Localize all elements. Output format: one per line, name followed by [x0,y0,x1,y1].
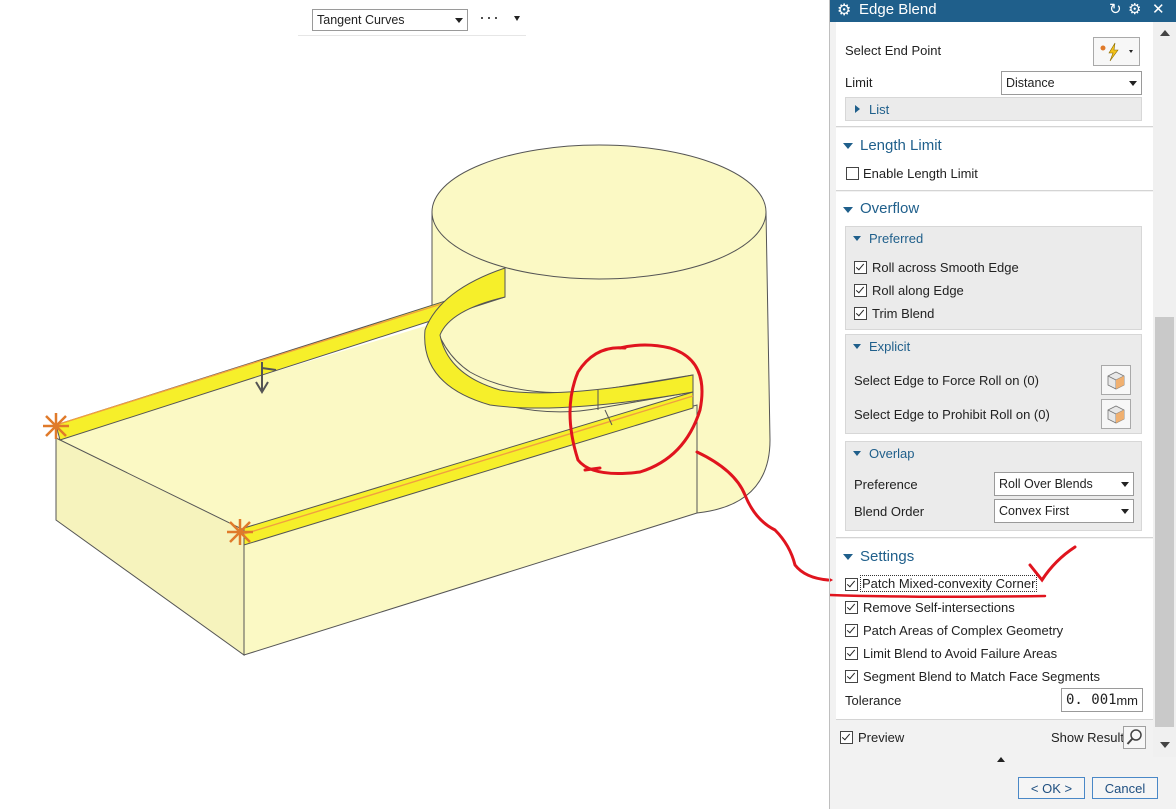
select-end-point-button[interactable] [1093,37,1140,66]
overflow-section: Overflow Preferred Roll across Smooth Ed… [836,192,1153,538]
list-label: List [869,102,890,117]
ok-button[interactable]: < OK > [1018,777,1085,799]
patch-complex-geometry-checkbox[interactable] [845,624,858,637]
close-icon[interactable]: ✕ [1152,0,1165,18]
preference-dropdown[interactable]: Roll Over Blends [994,472,1134,496]
tolerance-unit: mm [1116,693,1138,708]
force-roll-label: Select Edge to Force Roll on (0) [854,373,1039,388]
trim-blend-checkbox[interactable] [854,307,867,320]
cylinder-top-face [431,144,767,280]
reset-icon[interactable]: ↻ [1109,0,1122,18]
show-result-button[interactable] [1123,726,1146,749]
limit-blend-failure-areas-label: Limit Blend to Avoid Failure Areas [863,646,1058,661]
settings-section: Settings Patch Mixed-convexity Corner Re… [836,539,1153,720]
limit-blend-failure-areas-checkbox[interactable] [845,647,858,660]
dialog-scrollbar[interactable] [1153,22,1176,757]
patch-mixed-convexity-corner-label: Patch Mixed-convexity Corner [859,575,1038,592]
select-prohibit-roll-edge-button[interactable] [1101,399,1131,429]
preference-value: Roll Over Blends [999,477,1093,491]
graphics-viewport[interactable]: Tangent Curves ··· [0,0,829,809]
point-lightning-icon [1100,42,1133,62]
expand-dialog-icon[interactable] [997,757,1005,762]
section-collapse-icon[interactable] [843,143,853,149]
edge-cube-icon [1107,371,1125,390]
dialog-titlebar: ⚙ Edge Blend ↻ ⚙ ✕ [830,0,1176,22]
trim-blend-label: Trim Blend [872,306,935,321]
blend-order-dropdown[interactable]: Convex First [994,499,1134,523]
show-result-label: Show Result [1051,730,1124,745]
chevron-right-icon [855,105,860,113]
magnifier-icon [1126,729,1142,745]
roll-across-smooth-edge-checkbox[interactable] [854,261,867,274]
select-force-roll-edge-button[interactable] [1101,365,1131,395]
limit-dropdown[interactable]: Distance [1001,71,1142,95]
limit-value: Distance [1006,76,1055,90]
chevron-down-icon [1121,482,1129,487]
settings-gear-icon[interactable]: ⚙ [1128,0,1141,18]
blend-order-label: Blend Order [854,504,925,519]
end-point-section: Select End Point Limit Distance List [836,22,1153,127]
section-collapse-icon[interactable] [843,207,853,213]
scrollbar-thumb[interactable] [1155,317,1174,727]
prohibit-roll-label: Select Edge to Prohibit Roll on (0) [854,407,1050,422]
cancel-button[interactable]: Cancel [1092,777,1158,799]
edge-blend-dialog: ⚙ Edge Blend ↻ ⚙ ✕ Select End Point Limi… [829,0,1176,809]
roll-along-edge-checkbox[interactable] [854,284,867,297]
select-end-point-label: Select End Point [845,43,942,58]
preference-label: Preference [854,477,918,492]
segment-blend-label: Segment Blend to Match Face Segments [863,669,1101,684]
scroll-up-icon[interactable] [1160,30,1170,36]
section-collapse-icon[interactable] [843,554,853,560]
settings-title[interactable]: Settings [860,548,914,565]
tolerance-label: Tolerance [845,693,902,708]
segment-blend-checkbox[interactable] [845,670,858,683]
remove-self-intersections-checkbox[interactable] [845,601,858,614]
preferred-title[interactable]: Preferred [869,231,923,246]
explicit-subsection: Explicit Select Edge to Force Roll on (0… [845,334,1142,434]
limit-label: Limit [845,75,873,90]
length-limit-section: Length Limit Enable Length Limit [836,128,1153,191]
length-limit-title[interactable]: Length Limit [860,137,942,154]
end-point-marker-icon [43,413,69,439]
preview-bar: Preview Show Result [830,722,1153,754]
explicit-title[interactable]: Explicit [869,339,910,354]
chevron-down-icon [1121,509,1129,514]
dialog-title: Edge Blend [859,1,937,18]
overlap-subsection: Overlap Preference Roll Over Blends Blen… [845,441,1142,531]
overflow-title[interactable]: Overflow [860,200,919,217]
gear-icon[interactable]: ⚙ [837,0,851,20]
preview-checkbox[interactable] [840,731,853,744]
roll-along-edge-label: Roll along Edge [872,283,964,298]
enable-length-limit-checkbox[interactable] [846,167,859,180]
tolerance-value: 0. 001 [1066,692,1117,708]
enable-length-limit-label: Enable Length Limit [863,166,978,181]
end-point-marker-icon [227,519,253,545]
subsection-collapse-icon[interactable] [853,236,861,241]
roll-across-smooth-edge-label: Roll across Smooth Edge [872,260,1019,275]
chevron-down-icon [1129,81,1137,86]
subsection-collapse-icon[interactable] [853,451,861,456]
list-subsection[interactable]: List [845,97,1142,121]
tolerance-field[interactable]: 0. 001 mm [1061,688,1143,712]
overlap-title[interactable]: Overlap [869,446,915,461]
blend-order-value: Convex First [999,504,1070,518]
patch-complex-geometry-label: Patch Areas of Complex Geometry [863,623,1064,638]
scroll-down-icon[interactable] [1160,742,1170,748]
patch-mixed-convexity-corner-checkbox[interactable] [845,578,858,591]
remove-self-intersections-label: Remove Self-intersections [863,600,1015,615]
preferred-subsection: Preferred Roll across Smooth Edge Roll a… [845,226,1142,330]
model-view [43,144,829,656]
edge-cube-icon [1107,405,1125,424]
subsection-collapse-icon[interactable] [853,344,861,349]
preview-label: Preview [858,730,905,745]
